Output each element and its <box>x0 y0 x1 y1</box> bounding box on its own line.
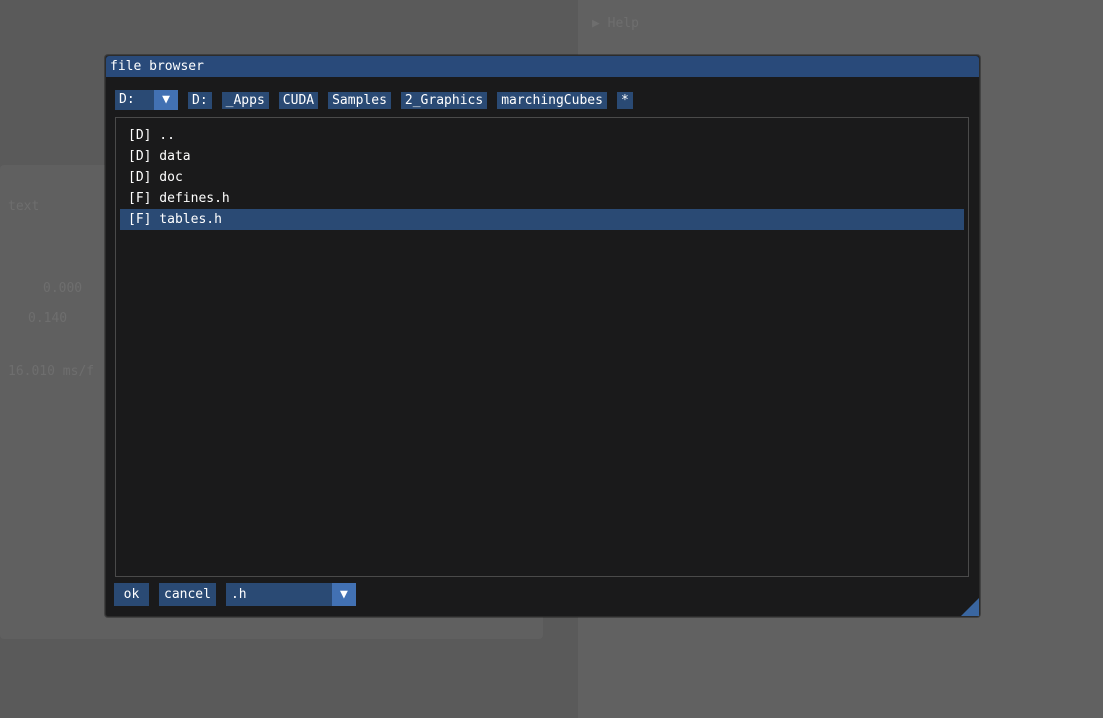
resize-grip-icon[interactable] <box>961 598 979 616</box>
ok-button[interactable]: ok <box>114 583 149 606</box>
breadcrumb-cuda[interactable]: CUDA <box>278 91 319 109</box>
background-value-2: 0.140 <box>28 311 68 326</box>
breadcrumb-drive[interactable]: D: <box>188 91 212 109</box>
background-help-item: ▶ Help <box>592 16 639 31</box>
list-item[interactable]: [D] .. <box>120 125 964 146</box>
filter-select[interactable]: .h ▼ <box>225 583 356 606</box>
list-item[interactable]: [D] doc <box>120 167 964 188</box>
background-text-label: text <box>8 199 40 214</box>
list-item[interactable]: [D] data <box>120 146 964 167</box>
list-item[interactable]: [F] defines.h <box>120 188 964 209</box>
breadcrumb-wildcard[interactable]: * <box>616 91 633 109</box>
breadcrumb-apps[interactable]: _Apps <box>221 91 269 109</box>
drive-select[interactable]: D: ▼ <box>115 90 178 110</box>
cancel-button[interactable]: cancel <box>159 583 216 606</box>
breadcrumb-graphics[interactable]: 2_Graphics <box>400 91 488 109</box>
background-perf-text: 16.010 ms/f <box>8 364 95 379</box>
dialog-titlebar[interactable]: file browser <box>106 56 979 77</box>
filter-select-value: .h <box>225 583 332 606</box>
dialog-footer: ok cancel .h ▼ <box>114 583 356 606</box>
chevron-down-icon[interactable]: ▼ <box>154 90 178 110</box>
list-item-selected[interactable]: [F] tables.h <box>120 209 964 230</box>
breadcrumb-marchingcubes[interactable]: marchingCubes <box>497 91 607 109</box>
chevron-down-icon[interactable]: ▼ <box>331 583 356 606</box>
dialog-title: file browser <box>110 59 204 74</box>
breadcrumb-samples[interactable]: Samples <box>328 91 391 109</box>
drive-select-value: D: <box>115 90 154 110</box>
path-bar: D: ▼ D: _Apps CUDA Samples 2_Graphics ma… <box>115 90 643 110</box>
file-list[interactable]: [D] .. [D] data [D] doc [F] defines.h [F… <box>115 117 969 577</box>
background-value-1: 0.000 <box>43 281 83 296</box>
file-browser-dialog: file browser D: ▼ D: _Apps CUDA Samples … <box>105 55 980 617</box>
